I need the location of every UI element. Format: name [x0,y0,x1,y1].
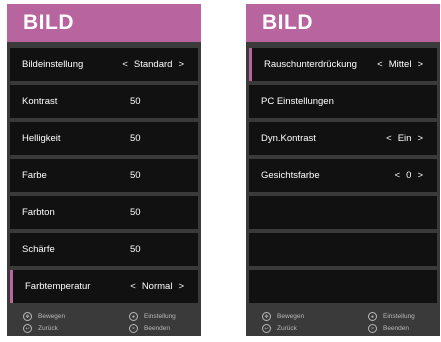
menu-item-dyn-kontrast[interactable]: Dyn.Kontrast < Ein > [249,122,437,155]
menu-item-value: <0 > [389,170,429,181]
footer-exit: × Beenden [129,324,170,333]
menu-item-value: 50 [130,244,141,255]
menu-item-value: 50 [130,170,141,181]
menu-item-farbtemperatur[interactable]: Farbtemperatur < Normal > [10,270,198,303]
menu-item-empty [249,196,437,229]
menu-item-farbe[interactable]: Farbe 50 [10,159,198,192]
menu-item-value: 50 [130,207,141,218]
ok-icon: ● [129,312,138,321]
footer-move: ✥ Bewegen [262,312,304,321]
menu-footer: ✥ Bewegen ↩ Zurück ● Einstellung × Beenden [7,308,201,336]
menu-item-value: < Ein > [380,133,429,144]
arrow-right-icon[interactable]: > [411,133,429,144]
back-icon: ↩ [262,324,271,333]
arrow-right-icon[interactable]: > [411,59,429,70]
menu-title: BILD [262,11,313,34]
exit-icon: × [368,324,377,333]
menu-item-kontrast[interactable]: Kontrast 50 [10,85,198,118]
menu-item-label: Helligkeit [22,133,61,144]
menu-item-label: Dyn.Kontrast [261,133,316,144]
footer-exit: × Beenden [368,324,409,333]
arrow-left-icon[interactable]: < [371,59,389,70]
arrow-right-icon[interactable]: > [172,59,190,70]
bild-menu-left: BILD Bildeinstellung < Standard > Kontrast… [7,4,201,336]
menu-item-label: Bildeinstellung [22,59,84,70]
menu-item-label: Gesichtsfarbe [261,170,320,181]
footer-back: ↩ Zurück [23,324,58,333]
menu-item-label: Schärfe [22,244,55,255]
menu-header: BILD [7,4,201,42]
footer-settings: ● Einstellung [129,312,176,321]
back-icon: ↩ [23,324,32,333]
arrow-right-icon[interactable]: > [172,281,190,292]
menu-list: Bildeinstellung < Standard > Kontrast 50 H… [7,48,201,308]
menu-title: BILD [23,11,74,34]
arrow-right-icon[interactable]: > [411,170,429,181]
menu-item-value: 50 [130,96,141,107]
menu-item-label: PC Einstellungen [261,96,334,107]
arrow-left-icon[interactable]: < [116,59,134,70]
menu-item-label: Farbe [22,170,47,181]
menu-item-empty [249,233,437,266]
menu-item-value: < Standard > [116,59,190,70]
menu-item-bildeinstellung[interactable]: Bildeinstellung < Standard > [10,48,198,81]
arrow-left-icon[interactable]: < [389,170,407,181]
menu-item-label: Farbtemperatur [25,281,91,292]
arrow-left-icon[interactable]: < [380,133,398,144]
footer-move: ✥ Bewegen [23,312,65,321]
menu-item-schaerfe[interactable]: Schärfe 50 [10,233,198,266]
menu-item-value: < Normal > [124,281,190,292]
menu-item-label: Farbton [22,207,55,218]
footer-back: ↩ Zurück [262,324,297,333]
bild-menu-right: BILD Rauschunterdrückung < Mittel > PC Ein… [246,4,440,336]
menu-item-rauschunterdrueckung[interactable]: Rauschunterdrückung < Mittel > [249,48,437,81]
menu-item-value: < Mittel > [371,59,429,70]
exit-icon: × [129,324,138,333]
menu-item-helligkeit[interactable]: Helligkeit 50 [10,122,198,155]
menu-item-empty [249,270,437,303]
menu-footer: ✥ Bewegen ↩ Zurück ● Einstellung × Beenden [246,308,440,336]
menu-item-farbton[interactable]: Farbton 50 [10,196,198,229]
menu-item-value: 50 [130,133,141,144]
dpad-icon: ✥ [23,312,32,321]
menu-item-gesichtsfarbe[interactable]: Gesichtsfarbe <0 > [249,159,437,192]
menu-item-pc-einstellungen[interactable]: PC Einstellungen [249,85,437,118]
dpad-icon: ✥ [262,312,271,321]
menu-item-label: Kontrast [22,96,58,107]
ok-icon: ● [368,312,377,321]
arrow-left-icon[interactable]: < [124,281,142,292]
menu-item-label: Rauschunterdrückung [264,59,357,70]
menu-list: Rauschunterdrückung < Mittel > PC Einstell… [246,48,440,308]
footer-settings: ● Einstellung [368,312,415,321]
menu-header: BILD [246,4,440,42]
